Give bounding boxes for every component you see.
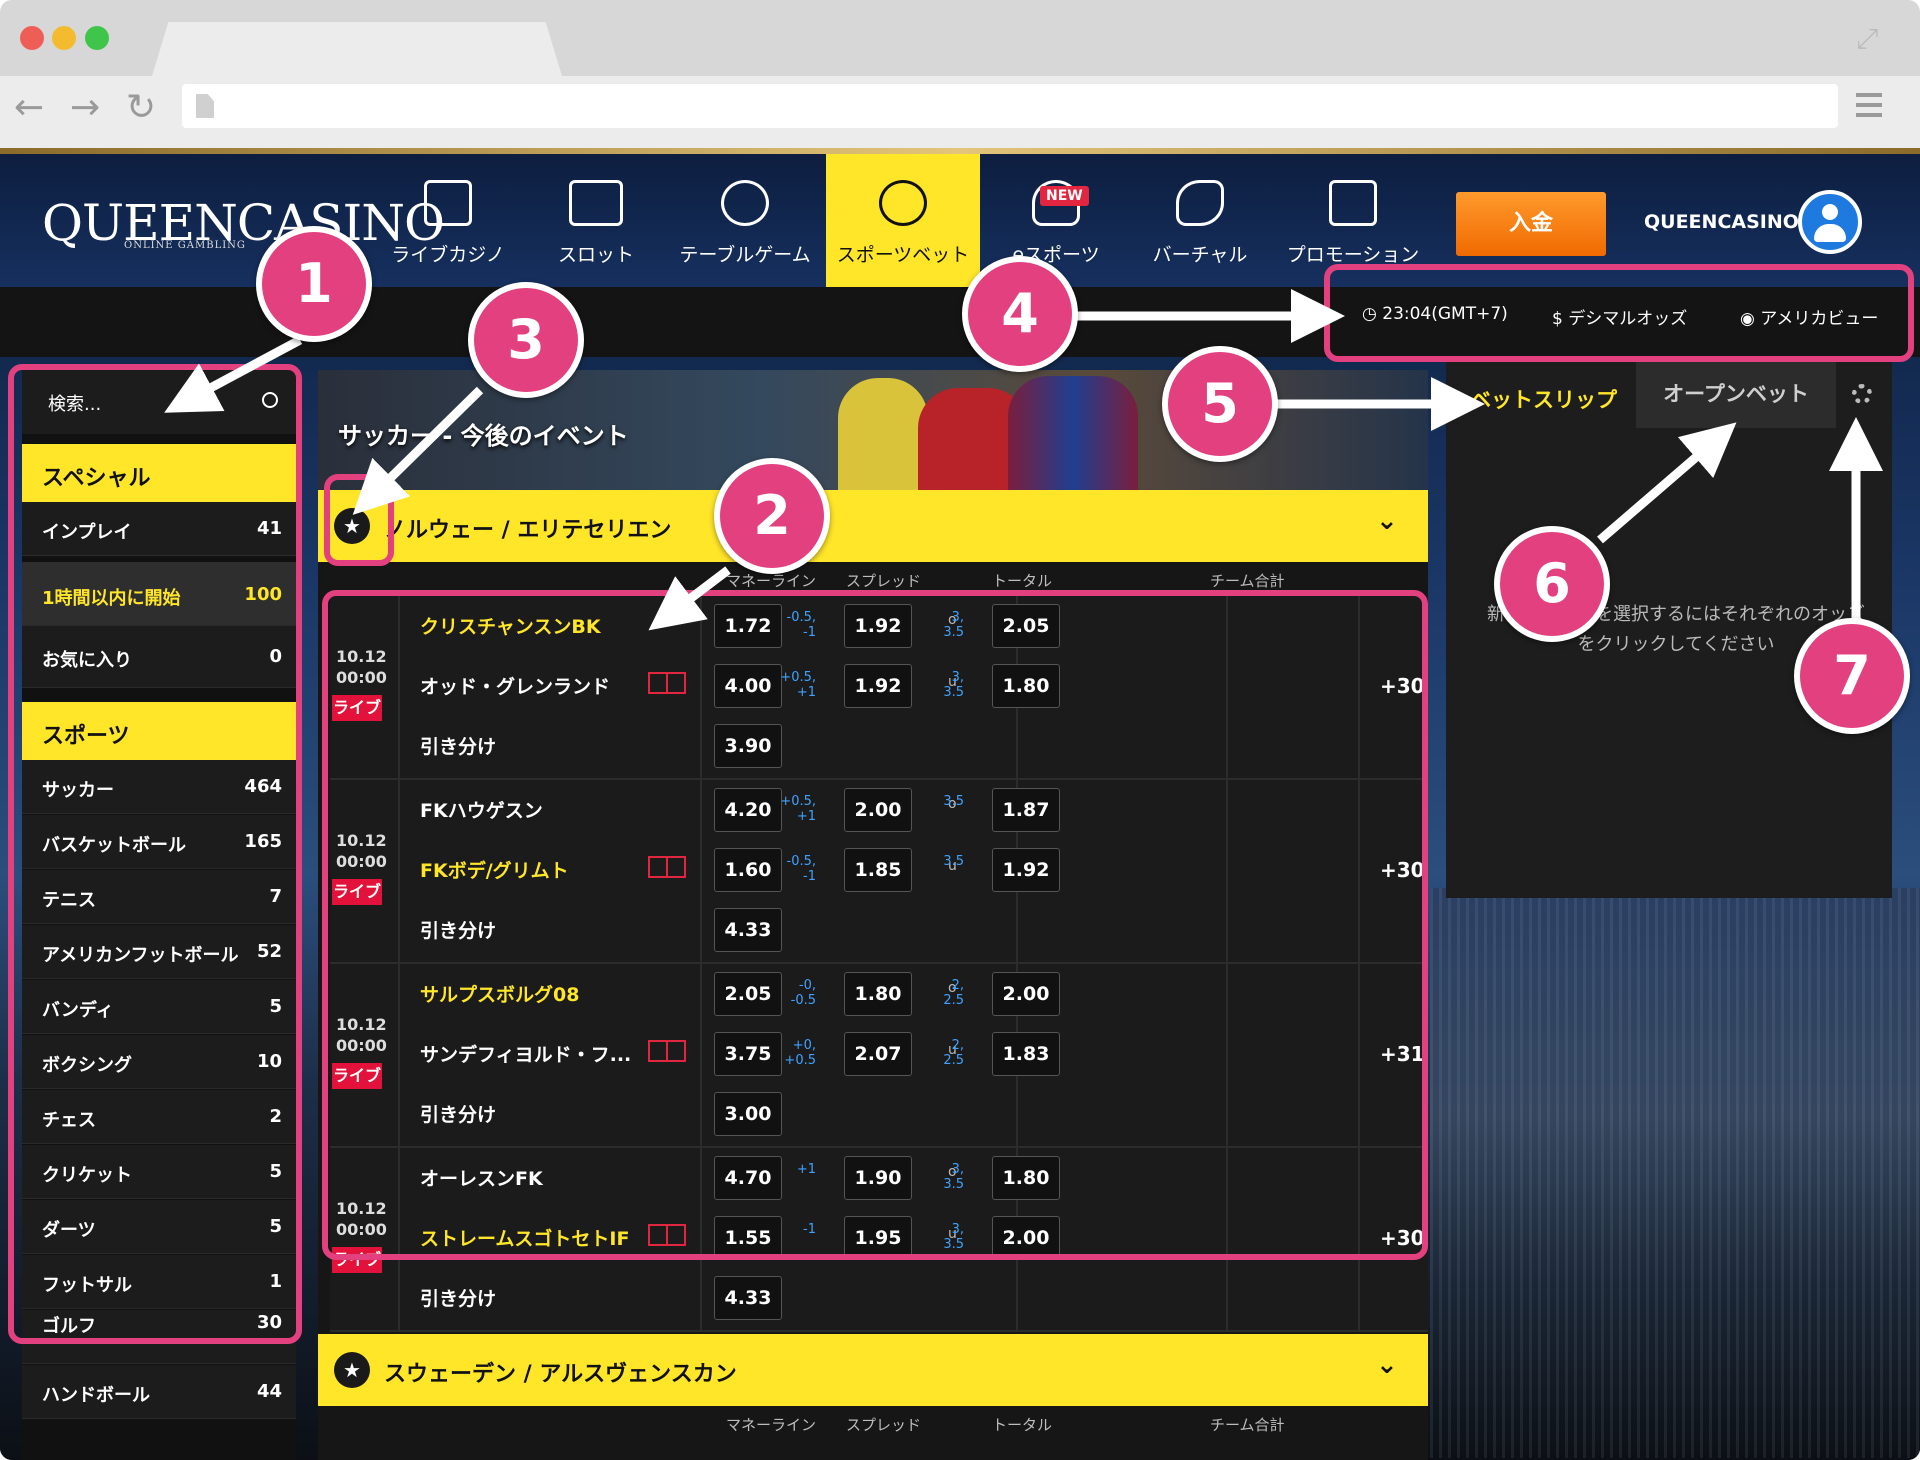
league-header[interactable]: ★ ノルウェー / エリテセリエン ⌄ (318, 490, 1428, 562)
new-badge: NEW (1040, 186, 1089, 206)
back-arrow-icon[interactable]: ← (14, 88, 44, 128)
stadium-crowd-image (1430, 888, 1920, 1458)
column-total: トータル (992, 572, 1053, 590)
annotation-frame-utilities (1324, 264, 1914, 362)
browser-tab[interactable] (152, 22, 562, 76)
avatar[interactable] (1798, 190, 1862, 254)
forward-arrow-icon[interactable]: → (70, 88, 100, 128)
nav-label: プロモーション (1286, 244, 1420, 266)
deposit-button[interactable]: 入金 (1456, 192, 1606, 256)
nav-slot[interactable]: スロット (536, 154, 656, 287)
gear-icon[interactable] (1852, 384, 1872, 404)
chevron-down-icon[interactable]: ⌄ (1376, 1350, 1398, 1380)
column-team-total: チーム合計 (1210, 572, 1285, 590)
sidebar-item-label: ハンドボール (42, 1385, 150, 1406)
draw-label: 引き分け (420, 1288, 497, 1310)
nav-table-games[interactable]: テーブルゲーム (666, 154, 824, 287)
nav-label: テーブルゲーム (679, 244, 811, 266)
nav-label: スポーツベット (836, 244, 970, 266)
league-header[interactable]: ★ スウェーデン / アルスヴェンスカン ⌄ (318, 1334, 1428, 1406)
player-figure (838, 378, 928, 490)
nav-virtual[interactable]: バーチャル (1140, 154, 1260, 287)
close-window-dot[interactable] (20, 26, 44, 50)
tab-betslip[interactable]: ベットスリップ (1470, 384, 1617, 414)
zoom-window-dot[interactable] (85, 26, 109, 50)
browser-menu-icon[interactable] (1856, 93, 1882, 117)
annotation-frame-sidebar (8, 364, 302, 1344)
annotation-badge-3: 3 (468, 282, 584, 398)
league-name: ノルウェー / エリテセリエン (384, 518, 672, 543)
chevron-down-icon[interactable]: ⌄ (1376, 506, 1398, 536)
column-spread: スプレッド (846, 1416, 922, 1434)
bet-slip-tabs: ベットスリップ オープンベット (1446, 360, 1892, 428)
annotation-badge-7: 7 (1794, 618, 1910, 734)
nav-label: スロット (557, 244, 634, 266)
annotation-badge-2: 2 (714, 458, 830, 574)
nav-label: ライブカジノ (391, 244, 505, 266)
column-total: トータル (992, 1416, 1053, 1434)
horse-icon (1176, 180, 1224, 226)
nav-live-casino[interactable]: ライブカジノ (388, 154, 508, 287)
sidebar-item-count: 44 (256, 1381, 282, 1402)
favorite-star-icon[interactable]: ★ (334, 1352, 370, 1388)
slot-icon (569, 180, 623, 226)
nav-label: バーチャル (1152, 244, 1248, 266)
logo-subtitle: ONLINE GAMBLING (124, 240, 246, 251)
player-figure (1008, 376, 1138, 490)
live-casino-icon (424, 180, 472, 226)
banner-title: サッカー - 今後のイベント (338, 422, 629, 450)
league-name: スウェーデン / アルスヴェンスカン (384, 1362, 737, 1387)
odds-column-headers: マネーライン スプレッド トータル チーム合計 (318, 1406, 1428, 1440)
expand-icon[interactable]: ⤢ (1856, 22, 1878, 56)
column-spread: スプレッド (846, 572, 922, 590)
annotation-frame-star (324, 474, 394, 566)
browser-window: ⤢ ← → ↻ QUEENCASINO ONLINE GAMBLING ライブカ… (0, 0, 1920, 1460)
nav-sports-bet[interactable]: スポーツベット (826, 154, 980, 287)
column-team-total: チーム合計 (1210, 1416, 1285, 1434)
address-bar[interactable] (182, 84, 1838, 128)
column-moneyline: マネーライン (726, 1416, 817, 1434)
username[interactable]: QUEENCASINO (1644, 211, 1799, 233)
annotation-badge-1: 1 (256, 226, 372, 342)
minimize-window-dot[interactable] (52, 26, 76, 50)
annotation-badge-5: 5 (1162, 346, 1278, 462)
sidebar-item-handball[interactable]: ハンドボール 44 (22, 1365, 296, 1419)
reload-icon[interactable]: ↻ (126, 88, 156, 128)
tab-open-bets[interactable]: オープンベット (1636, 360, 1836, 428)
annotation-badge-4: 4 (962, 256, 1078, 372)
annotation-frame-odds (322, 590, 1428, 1260)
sports-ball-icon (879, 180, 927, 226)
moneyline-draw-odds[interactable]: 4.33 (714, 1276, 782, 1320)
gift-icon (1329, 180, 1377, 226)
annotation-badge-6: 6 (1494, 526, 1610, 642)
roulette-icon (721, 180, 769, 226)
